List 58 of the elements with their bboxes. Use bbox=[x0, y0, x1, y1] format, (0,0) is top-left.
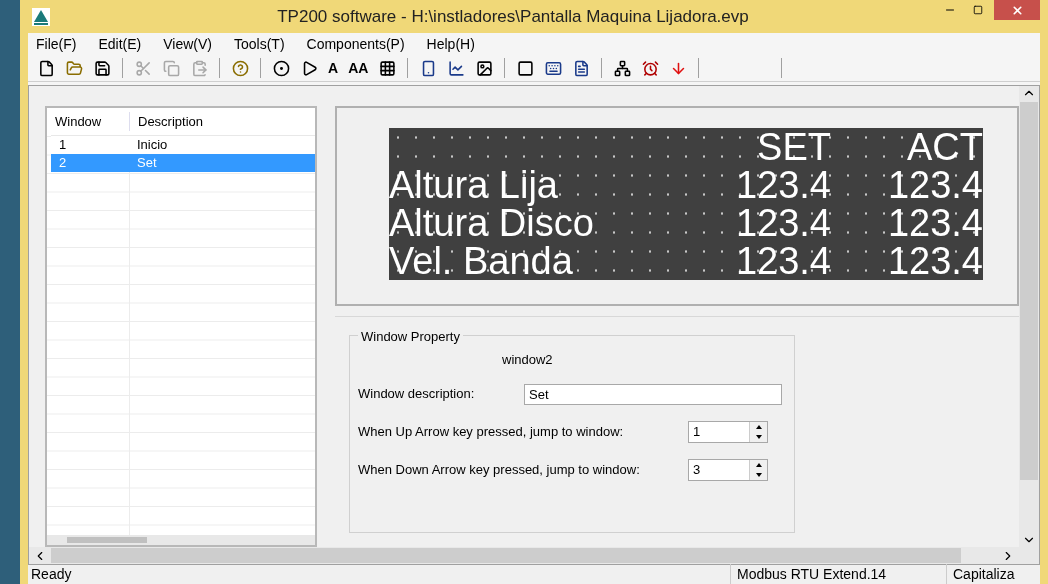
actual-value: 123.4 bbox=[886, 242, 983, 280]
column-heading: SET bbox=[756, 128, 832, 166]
copy-icon bbox=[162, 59, 180, 77]
set-value: 123.4 bbox=[734, 204, 832, 242]
document-icon bbox=[572, 59, 590, 77]
column-header[interactable]: Window bbox=[51, 111, 129, 132]
column-header[interactable]: Description bbox=[129, 111, 315, 132]
column-heading: ACT bbox=[906, 128, 983, 166]
window-title: TP200 software - H:\instladores\Pantalla Maquina Lijadora.evp bbox=[276, 5, 750, 28]
set-value: 123.4 bbox=[734, 242, 832, 280]
keyboard-icon bbox=[544, 59, 562, 77]
actual-value: 123.4 bbox=[886, 204, 983, 242]
folder-icon bbox=[65, 59, 83, 77]
row-description: Set bbox=[136, 154, 158, 173]
menu-item[interactable]: Components(P) bbox=[306, 33, 405, 55]
help-icon bbox=[231, 59, 249, 77]
row-number: 1 bbox=[58, 136, 68, 155]
menu-item[interactable]: File(F) bbox=[36, 33, 77, 55]
status-text: Capitaliza bbox=[946, 564, 1040, 584]
status-text: Ready bbox=[30, 565, 73, 584]
close-icon[interactable] bbox=[1010, 3, 1024, 17]
list-scrollbar[interactable] bbox=[47, 535, 315, 545]
network-icon bbox=[613, 59, 631, 77]
rectangle-icon bbox=[516, 59, 534, 77]
horizontal-scrollbar[interactable] bbox=[29, 547, 1039, 564]
text-tool-button[interactable]: AA bbox=[345, 57, 372, 79]
maximize-icon[interactable] bbox=[973, 5, 983, 15]
field-label: When Up Arrow key pressed, jump to window: bbox=[358, 422, 625, 441]
description-field[interactable]: Set bbox=[524, 383, 782, 405]
picture-frame-icon bbox=[475, 59, 493, 77]
window-name: window2 bbox=[501, 351, 554, 369]
field-label: When Down Arrow key pressed, jump to window: bbox=[358, 460, 641, 479]
list-row[interactable]: 1 Inicio bbox=[51, 136, 315, 154]
target-icon bbox=[272, 59, 290, 77]
field-label: Window description: bbox=[358, 385, 476, 404]
paste-icon bbox=[190, 59, 208, 77]
app-logo-icon bbox=[32, 7, 50, 26]
new-file-icon bbox=[37, 59, 55, 77]
row-number: 2 bbox=[58, 154, 68, 173]
parameter-label: Vel. Banda bbox=[389, 242, 574, 280]
close-button[interactable] bbox=[994, 0, 1040, 20]
set-value: 123.4 bbox=[734, 166, 832, 204]
menu-item[interactable]: View(V) bbox=[163, 33, 212, 55]
status-text: Modbus RTU Extend.14 bbox=[730, 564, 946, 584]
cut-icon bbox=[134, 59, 152, 77]
alarm-clock-icon bbox=[641, 59, 659, 77]
menu-item[interactable]: Tools(T) bbox=[234, 33, 285, 55]
text-tool-button[interactable]: A bbox=[325, 57, 342, 79]
save-icon bbox=[93, 59, 111, 77]
number-spinner[interactable]: 3 bbox=[688, 458, 768, 481]
number-spinner[interactable]: 1 bbox=[688, 420, 768, 443]
vertical-scrollbar[interactable] bbox=[1019, 86, 1039, 547]
chart-icon bbox=[447, 59, 465, 77]
parameter-label: Altura Lija bbox=[389, 166, 559, 204]
menu-item[interactable]: Help(H) bbox=[426, 33, 475, 55]
actual-value: 123.4 bbox=[886, 166, 983, 204]
row-description: Inicio bbox=[136, 136, 169, 155]
menu-item[interactable]: Edit(E) bbox=[98, 33, 142, 55]
